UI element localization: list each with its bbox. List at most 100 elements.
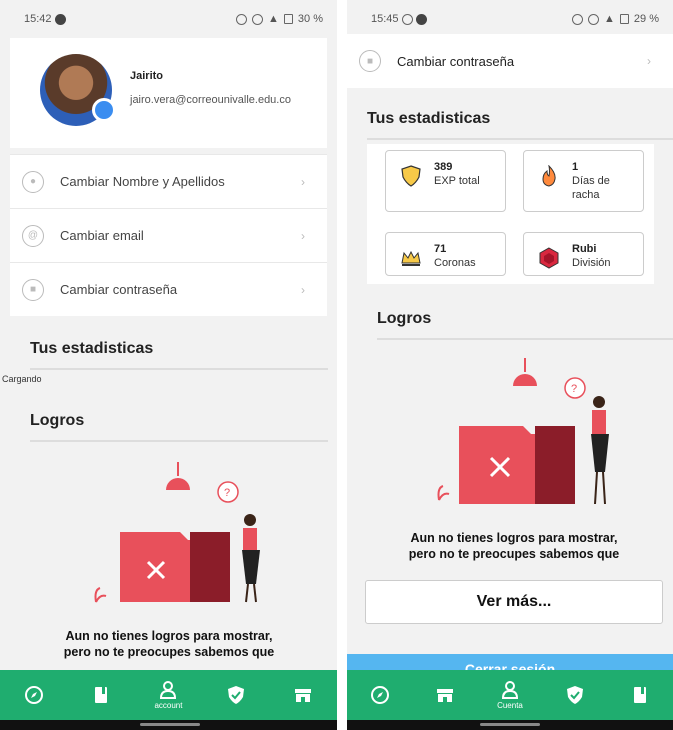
stat-label: EXP total [434,175,480,187]
whatsapp-icon [401,13,413,25]
stat-label: División [572,257,611,269]
menu-label: Cambiar contraseña [60,282,178,297]
stat-division: Rubi División [523,232,644,276]
chevron-right-icon: › [301,282,305,297]
bottom-nav: account [0,670,337,720]
nav-badges[interactable] [553,670,597,720]
notification-icon [415,13,427,25]
nav-account[interactable]: Cuenta [488,670,532,720]
stat-exp: 389 EXP total [385,150,506,212]
system-gesture-bar [0,720,337,730]
stats-title: Tus estadisticas [30,340,154,357]
chevron-right-icon: › [301,228,305,243]
edit-avatar-icon[interactable] [92,98,116,122]
loading-text: Cargando [2,374,42,384]
divider [377,338,673,340]
profile-card: Jairito jairo.vera@correounivalle.edu.co [10,38,327,148]
empty-achievements-message: Aun no tienes logros para mostrar, pero … [20,628,318,660]
empty-message-line: pero no te preocupes sabemos que [63,645,275,659]
shield-check-icon [227,686,244,704]
achievements-title: Logros [377,310,432,327]
achievements-title: Logros [30,412,85,429]
nav-account[interactable]: account [146,670,190,720]
store-icon [436,689,453,702]
stat-label: Coronas [434,257,476,269]
svg-text:?: ? [571,383,577,395]
empty-message-line: Aun no tienes logros para mostrar, [410,531,618,545]
nav-store[interactable] [423,670,467,720]
chevron-right-icon: › [647,54,651,68]
status-bar: 15:42 ▲ 30 % [0,0,337,38]
change-password-item[interactable]: ■ Cambiar contraseña › [347,34,673,88]
stat-streak: 1 Días de racha [523,150,644,212]
stat-label: Días de racha [572,175,610,201]
menu-label: Cambiar contraseña [397,53,515,69]
nav-label: account [154,701,183,710]
status-bar: 15:45 ▲ 29 % [347,0,673,38]
stats-title: Tus estadisticas [367,110,491,127]
see-more-button[interactable]: Ver más... [365,580,663,624]
book-icon [634,687,647,703]
empty-achievements-message: Aun no tienes logros para mostrar, pero … [361,530,667,562]
user-icon: ● [22,170,44,193]
divider [367,138,673,140]
empty-message-line: pero no te preocupes sabemos que [408,547,620,561]
menu-label: Cambiar Nombre y Apellidos [60,174,225,189]
divider [30,440,328,442]
stat-value: Rubi [572,243,597,255]
clock: 15:42 [24,13,52,25]
lock-icon: ■ [22,278,44,301]
empty-folder-illustration: ? [94,462,260,603]
stats-card: 389 EXP total 1 Días de racha 71 Coronas Ru… [367,144,654,284]
alarm-icon [236,13,248,25]
right-screen: 15:45 ▲ 29 % ■ Cambiar contraseña › Tus … [347,0,673,730]
change-password-item[interactable]: ■ Cambiar contraseña › [10,262,327,316]
nav-badges[interactable] [214,670,258,720]
data-saver-icon [252,13,264,25]
notification-icon [54,13,66,25]
battery-level: 30 % [297,13,323,25]
alarm-icon [572,13,584,25]
signal-icon: ▲ [268,13,279,25]
divider [30,368,328,370]
empty-message-line: Aun no tienes logros para mostrar, [65,629,273,643]
empty-folder-illustration: ? [437,358,609,505]
battery-icon [283,14,293,24]
lock-icon: ■ [359,50,381,72]
home-handle[interactable] [480,723,540,726]
nav-lessons[interactable] [618,670,662,720]
shield-icon [401,165,421,187]
left-screen: 15:42 ▲ 30 % Jairito jairo.vera@correoun… [0,0,337,730]
account-icon [160,681,177,699]
logout-button[interactable]: Cerrar sesión [347,654,673,670]
nav-explore[interactable] [12,670,56,720]
bottom-nav: Cuenta [347,670,673,720]
nav-lessons[interactable] [79,670,123,720]
chevron-right-icon: › [301,174,305,189]
profile-name: Jairito [130,70,164,82]
compass-icon [24,686,43,704]
nav-label: Cuenta [497,701,523,710]
stat-value: 389 [434,161,453,173]
account-icon [501,681,518,699]
change-email-item[interactable]: @ Cambiar email › [10,208,327,262]
book-icon [95,687,108,703]
stat-value: 71 [434,243,447,255]
crown-icon [401,250,421,266]
svg-text:?: ? [224,487,230,499]
nav-store[interactable] [281,670,325,720]
signal-icon: ▲ [604,13,615,25]
profile-email: jairo.vera@correounivalle.edu.co [130,94,291,106]
change-name-item[interactable]: ● Cambiar Nombre y Apellidos › [10,154,327,208]
at-icon: @ [22,224,44,247]
nav-explore[interactable] [358,670,402,720]
store-icon [295,689,312,702]
data-saver-icon [588,13,600,25]
stat-value: 1 [572,161,579,173]
ruby-icon [539,247,559,269]
system-gesture-bar [347,720,673,730]
home-handle[interactable] [140,723,200,726]
compass-icon [370,686,389,704]
fire-icon [542,165,556,187]
shield-check-icon [567,686,584,704]
